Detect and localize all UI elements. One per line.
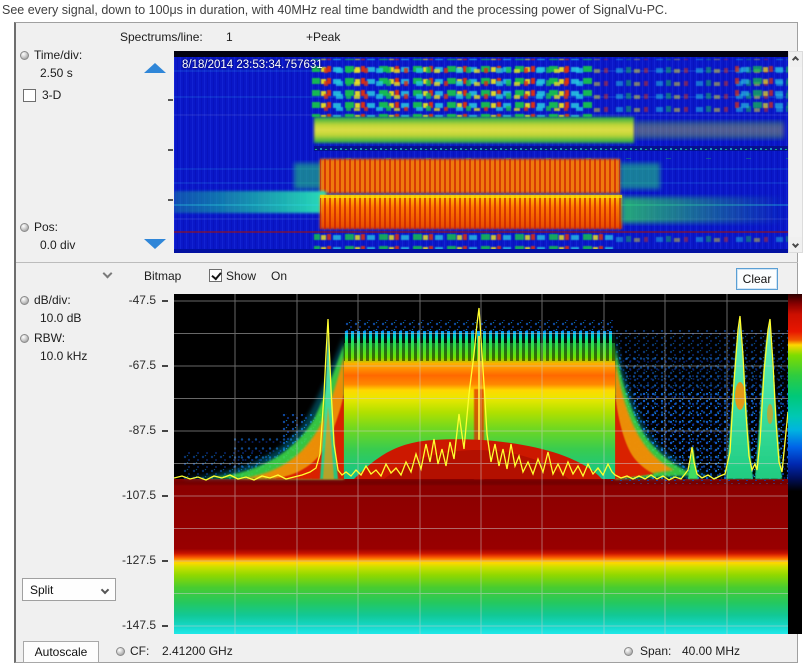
y-axis-label: -47.5	[80, 293, 156, 307]
collapse-chevron-icon[interactable]	[103, 269, 113, 279]
y-axis-tick	[162, 430, 168, 432]
spectrogram-scrollbar[interactable]	[788, 51, 803, 253]
rbw-label: RBW:	[34, 331, 65, 345]
spectrogram-display[interactable]: 8/18/2014 23:53:34.757631	[174, 51, 788, 253]
y-axis-tick	[162, 560, 168, 562]
cf-value[interactable]: 2.41200 GHz	[162, 644, 233, 658]
span-label: Span:	[640, 644, 671, 658]
span-knob-icon[interactable]	[624, 647, 633, 656]
three-d-checkbox[interactable]	[23, 89, 36, 102]
show-checkbox[interactable]	[209, 269, 222, 282]
chevron-up-icon	[792, 56, 799, 63]
spectrogram-axis-tick	[168, 99, 173, 101]
spectrums-per-line-label: Spectrums/line:	[120, 30, 203, 44]
time-per-div-knob-icon[interactable]	[20, 51, 29, 60]
rbw-knob-icon[interactable]	[20, 334, 29, 343]
spectrogram-axis-tick	[168, 199, 173, 201]
y-axis-tick	[162, 625, 168, 627]
pos-value[interactable]: 0.0 div	[40, 238, 75, 252]
three-d-label: 3-D	[42, 88, 61, 102]
page-caption: See every signal, down to 100μs in durat…	[2, 3, 667, 17]
y-axis-tick	[162, 365, 168, 367]
scroll-up-button[interactable]	[789, 52, 802, 67]
y-axis-label: -67.5	[80, 358, 156, 372]
density-colormap-legend	[788, 294, 802, 634]
detector-mode-value[interactable]: +Peak	[306, 30, 340, 44]
db-per-div-value[interactable]: 10.0 dB	[40, 311, 81, 325]
y-axis-label: -127.5	[80, 553, 156, 567]
yellow-signal-band	[314, 117, 634, 143]
clear-button[interactable]: Clear	[736, 268, 778, 290]
time-per-div-value[interactable]: 2.50 s	[40, 66, 73, 80]
spectrums-per-line-value[interactable]: 1	[226, 30, 233, 44]
bitmap-display[interactable]	[174, 294, 788, 634]
spectrogram-bottom-marker[interactable]	[144, 239, 166, 249]
y-axis-label: -147.5	[80, 618, 156, 632]
time-per-div-label: Time/div:	[34, 48, 82, 62]
autoscale-button[interactable]: Autoscale	[23, 641, 99, 663]
db-per-div-knob-icon[interactable]	[20, 296, 29, 305]
pos-label: Pos:	[34, 220, 58, 234]
spectrogram-axis-tick	[168, 149, 173, 151]
spectrogram-waterfall-graphic	[174, 51, 788, 253]
y-axis-tick	[162, 300, 168, 302]
view-mode-dropdown[interactable]: Split	[22, 578, 116, 601]
y-axis-tick	[162, 495, 168, 497]
scroll-down-button[interactable]	[789, 237, 802, 252]
spectrogram-top-marker[interactable]	[144, 63, 166, 73]
span-value[interactable]: 40.00 MHz	[682, 644, 740, 658]
spectrogram-timestamp: 8/18/2014 23:53:34.757631	[182, 59, 323, 71]
show-label: Show	[226, 269, 256, 283]
y-axis-label: -107.5	[80, 488, 156, 502]
chevron-down-icon	[792, 241, 799, 248]
pos-knob-icon[interactable]	[20, 223, 29, 232]
bitmap-spectrum-graphic	[174, 294, 788, 634]
cf-label: CF:	[130, 644, 149, 658]
view-mode-value: Split	[30, 583, 53, 597]
chevron-down-icon	[101, 585, 109, 593]
y-axis-label: -87.5	[80, 423, 156, 437]
on-label: On	[271, 269, 287, 283]
cf-knob-icon[interactable]	[116, 647, 125, 656]
db-per-div-label: dB/div:	[34, 293, 71, 307]
signalvu-display-frame: Spectrums/line: 1 +Peak Time/div: 2.50 s…	[14, 22, 798, 663]
trace-name-label[interactable]: Bitmap	[144, 269, 181, 283]
panel-divider	[16, 262, 798, 263]
